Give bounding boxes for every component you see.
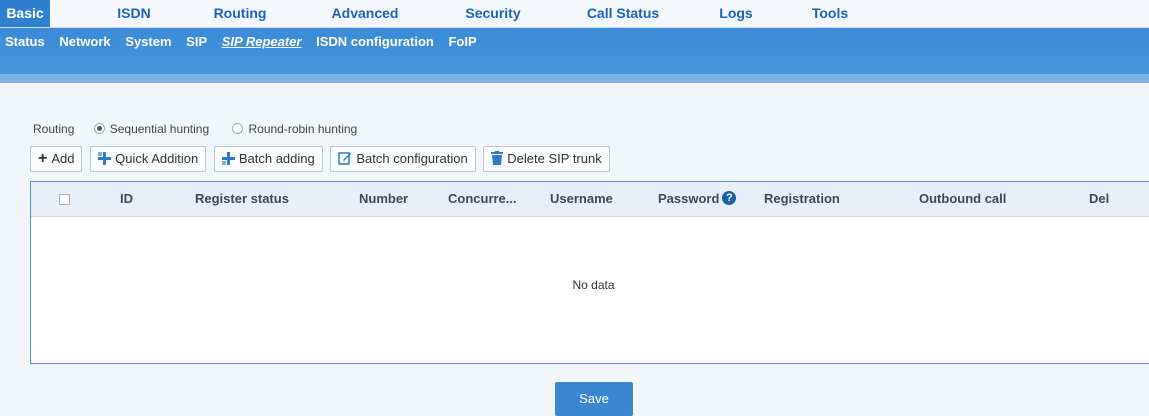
select-all-checkbox[interactable] (59, 194, 70, 205)
subnav-isdn-configuration[interactable]: ISDN configuration (316, 28, 434, 56)
column-register-status[interactable]: Register status (195, 182, 289, 216)
radio-unchecked-icon[interactable] (232, 123, 244, 134)
tab-basic[interactable]: Basic (0, 0, 50, 27)
plus-icon: + (38, 150, 48, 167)
add-label: Add (51, 151, 75, 166)
quick-add-icon (98, 147, 112, 171)
batch-adding-button[interactable]: Batch adding (213, 146, 323, 172)
top-navigation: Basic ISDN Routing Advanced Security Cal… (0, 0, 1149, 28)
batch-adding-label: Batch adding (238, 151, 315, 166)
column-username[interactable]: Username (550, 182, 613, 216)
column-registration[interactable]: Registration (764, 182, 840, 216)
subnav-sip-repeater[interactable]: SIP Repeater (222, 28, 302, 56)
sub-navigation: Status Network System SIP SIP Repeater I… (0, 28, 1149, 83)
column-number[interactable]: Number (359, 182, 408, 216)
table-header: ID Register status Number Concurre... Us… (31, 182, 1149, 217)
edit-icon (338, 147, 352, 171)
subnav-network[interactable]: Network (59, 28, 110, 56)
radio-checked-icon[interactable] (93, 123, 105, 134)
delete-sip-trunk-label: Delete SIP trunk (507, 151, 602, 166)
add-button[interactable]: + Add (30, 146, 83, 172)
column-del[interactable]: Del (1089, 182, 1109, 216)
tab-routing[interactable]: Routing (200, 0, 280, 27)
subnav-status[interactable]: Status (5, 28, 45, 56)
radio-round-robin-label: Round-robin hunting (248, 122, 358, 136)
subnav-divider (0, 74, 1149, 83)
column-concurrency[interactable]: Concurre... (448, 182, 517, 216)
save-button[interactable]: Save (555, 382, 633, 416)
tab-tools[interactable]: Tools (800, 0, 860, 27)
subnav-foip[interactable]: FoIP (448, 28, 476, 56)
trash-icon (491, 147, 504, 171)
help-icon[interactable]: ? (722, 191, 737, 205)
routing-row: Routing Sequential hunting Round-robin h… (33, 121, 357, 137)
radio-sequential-hunting[interactable]: Sequential hunting (93, 121, 210, 137)
tab-logs[interactable]: Logs (706, 0, 766, 27)
subnav-system[interactable]: System (125, 28, 171, 56)
tab-security[interactable]: Security (448, 0, 538, 27)
empty-state-text: No data (572, 278, 615, 292)
batch-configuration-label: Batch configuration (356, 151, 468, 166)
routing-label: Routing (33, 122, 75, 136)
tab-isdn[interactable]: ISDN (104, 0, 164, 27)
delete-sip-trunk-button[interactable]: Delete SIP trunk (483, 146, 610, 172)
column-id[interactable]: ID (120, 182, 133, 216)
subnav-sip[interactable]: SIP (186, 28, 207, 56)
toolbar: + Add Quick Addition Batch adding Batch c… (30, 146, 614, 172)
batch-configuration-button[interactable]: Batch configuration (330, 146, 476, 172)
tab-call-status[interactable]: Call Status (568, 0, 678, 27)
batch-add-icon (221, 147, 235, 171)
sip-trunk-table: ID Register status Number Concurre... Us… (30, 181, 1149, 364)
radio-round-robin-hunting[interactable]: Round-robin hunting (232, 121, 357, 137)
quick-addition-button[interactable]: Quick Addition (90, 146, 207, 172)
column-password[interactable]: Password? (658, 182, 737, 216)
column-password-label: Password (658, 191, 720, 206)
quick-addition-label: Quick Addition (115, 151, 199, 166)
tab-advanced[interactable]: Advanced (320, 0, 410, 27)
column-outbound-call[interactable]: Outbound call (919, 182, 1006, 216)
radio-sequential-label: Sequential hunting (109, 122, 210, 136)
